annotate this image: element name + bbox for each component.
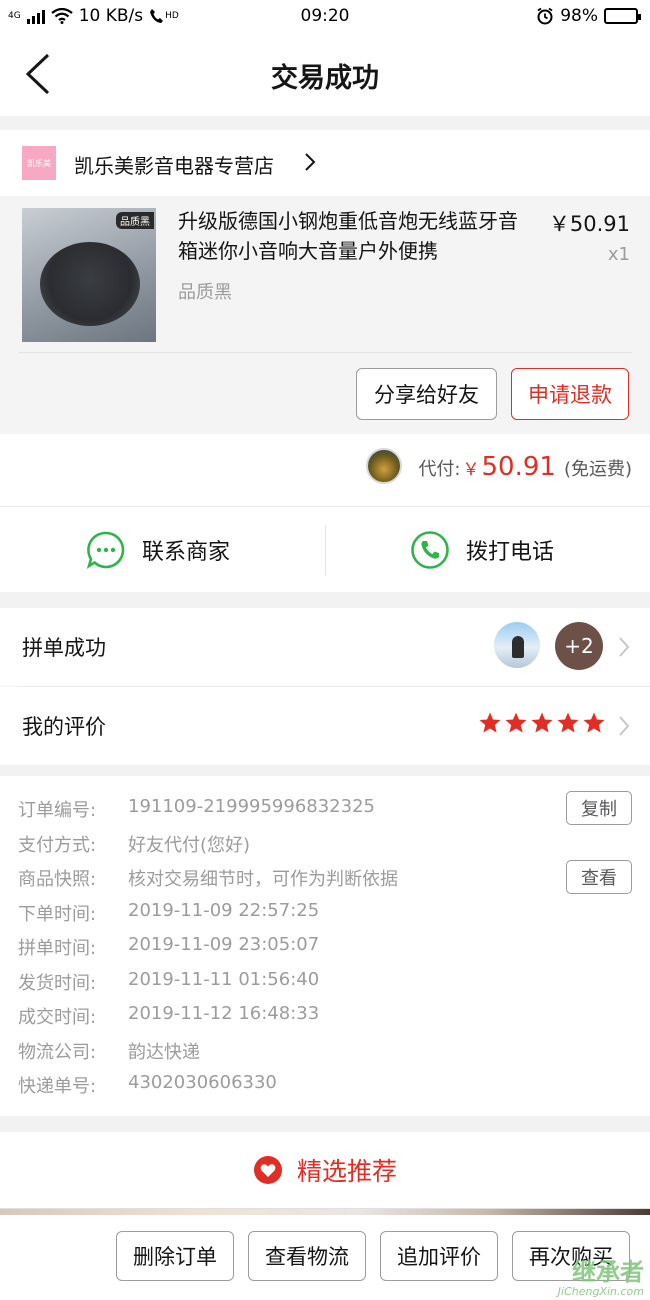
order-info: 订单编号: 191109-219995996832325 复制支付方式: 好友代付(您… xyxy=(0,776,650,1116)
delete-order-button[interactable]: 删除订单 xyxy=(116,1231,234,1281)
order-info-key: 快递单号: xyxy=(18,1076,97,1097)
bottom-action-bar: 删除订单 查看物流 追加评价 再次购买 继承者 JiChengXin.com xyxy=(0,1208,650,1300)
order-info-key: 成交时间: xyxy=(18,1007,97,1028)
recommend-preview-strip xyxy=(0,1209,650,1215)
divider xyxy=(18,352,632,353)
status-right: 98% xyxy=(536,6,641,26)
alarm-icon xyxy=(537,7,553,25)
order-info-value: 2019-11-12 16:48:33 xyxy=(128,1003,320,1024)
order-info-key: 拼单时间: xyxy=(18,938,97,959)
order-info-row: 物流公司: 韵达快递 xyxy=(18,1038,200,1064)
star-icon xyxy=(479,712,501,733)
watermark-en: JiChengXin.com xyxy=(557,1285,644,1298)
store-row[interactable]: 凯乐美 凯乐美影音电器专营店 xyxy=(0,130,650,196)
chevron-right-icon xyxy=(619,637,630,657)
order-info-key: 支付方式: xyxy=(18,835,97,856)
heart-icon xyxy=(253,1156,282,1184)
contact-merchant-label: 联系商家 xyxy=(142,540,231,565)
order-info-row: 下单时间: 2019-11-09 22:57:25 xyxy=(18,900,319,926)
order-info-key: 下单时间: xyxy=(18,904,97,925)
order-info-value: 4302030606330 xyxy=(128,1072,277,1093)
recommend-header: 精选推荐 xyxy=(0,1132,650,1208)
speaker-image xyxy=(40,242,140,326)
my-review-label: 我的评价 xyxy=(22,715,106,739)
order-info-row: 快递单号: 4302030606330 xyxy=(18,1072,277,1098)
thumbnail-tag: 品质黑 xyxy=(116,212,154,229)
store-logo: 凯乐美 xyxy=(22,146,56,180)
battery-percent: 98% xyxy=(560,6,598,26)
share-button[interactable]: 分享给好友 xyxy=(356,368,497,420)
order-info-row: 订单编号: 191109-219995996832325 xyxy=(18,796,375,822)
status-bar: 4G 10 KB/s HD 09:20 98% xyxy=(0,0,650,34)
product-thumbnail[interactable]: 品质黑 xyxy=(22,208,156,342)
currency-symbol: ￥ xyxy=(462,460,480,480)
payment-row: 代付: ￥ 50.91 (免运费) xyxy=(0,434,650,506)
star-icon xyxy=(505,712,527,733)
product-title[interactable]: 升级版德国小钢炮重低音炮无线蓝牙音箱迷你小音响大音量户外便携 xyxy=(178,206,523,266)
order-info-row: 发货时间: 2019-11-11 01:56:40 xyxy=(18,969,319,995)
battery-icon xyxy=(604,8,641,24)
recommend-label: 精选推荐 xyxy=(296,1157,397,1186)
payment-amount: 50.91 xyxy=(481,452,556,482)
payment-summary: 代付: ￥ 50.91 (免运费) xyxy=(418,452,632,482)
group-member-avatar xyxy=(494,622,540,668)
watermark-cn: 继承者 xyxy=(572,1258,644,1286)
chevron-right-icon xyxy=(305,153,316,171)
order-info-row: 拼单时间: 2019-11-09 23:05:07 xyxy=(18,934,319,960)
copy-button[interactable]: 复制 xyxy=(566,791,632,825)
order-info-row: 支付方式: 好友代付(您好) xyxy=(18,831,250,857)
order-info-value: 2019-11-09 22:57:25 xyxy=(128,900,320,921)
product-spec: 品质黑 xyxy=(178,282,232,303)
order-card: 凯乐美 凯乐美影音电器专营店 品质黑 升级版德国小钢炮重低音炮无线蓝牙音箱迷你小… xyxy=(0,130,650,592)
order-info-row: 商品快照: 核对交易细节时，可作为判断依据 xyxy=(18,865,398,891)
star-icon xyxy=(557,712,579,733)
payer-avatar xyxy=(366,448,402,484)
chat-icon xyxy=(86,531,125,569)
watermark: 继承者 JiChengXin.com xyxy=(528,1252,648,1298)
order-info-value: 191109-219995996832325 xyxy=(128,796,375,817)
view-logistics-button[interactable]: 查看物流 xyxy=(248,1231,366,1281)
rating-stars xyxy=(478,711,606,735)
group-success-label: 拼单成功 xyxy=(22,636,106,660)
divider xyxy=(325,525,326,575)
page-header: 交易成功 xyxy=(0,34,650,116)
order-info-value: 韵达快递 xyxy=(128,1042,200,1063)
product-price: ￥50.91 xyxy=(548,212,630,236)
my-review-row[interactable]: 我的评价 xyxy=(0,687,650,765)
order-info-value: 核对交易细节时，可作为判断依据 xyxy=(128,869,398,890)
star-icon xyxy=(583,712,605,733)
group-more-avatar: +2 xyxy=(555,622,603,670)
order-info-key: 发货时间: xyxy=(18,973,97,994)
page-title: 交易成功 xyxy=(271,63,379,94)
store-name[interactable]: 凯乐美影音电器专营店 xyxy=(74,150,274,179)
order-info-key: 物流公司: xyxy=(18,1042,97,1063)
star-icon xyxy=(531,712,553,733)
order-info-value: 2019-11-11 01:56:40 xyxy=(128,969,320,990)
order-info-value: 2019-11-09 23:05:07 xyxy=(128,934,320,955)
payment-label: 代付: xyxy=(418,459,461,480)
shipping-note: (免运费) xyxy=(563,459,632,480)
contact-row: 联系商家 拨打电话 xyxy=(0,506,650,592)
order-info-row: 成交时间: 2019-11-12 16:48:33 xyxy=(18,1003,319,1029)
product-item[interactable]: 品质黑 升级版德国小钢炮重低音炮无线蓝牙音箱迷你小音响大音量户外便携 品质黑 ￥… xyxy=(0,196,650,434)
group-success-row[interactable]: 拼单成功 +2 xyxy=(0,608,650,686)
contact-merchant-button[interactable]: 联系商家 xyxy=(86,507,230,593)
chevron-right-icon xyxy=(619,716,630,736)
refund-button[interactable]: 申请退款 xyxy=(511,368,629,420)
phone-icon xyxy=(411,531,449,569)
product-quantity: x1 xyxy=(607,244,630,265)
order-info-key: 商品快照: xyxy=(18,869,97,890)
call-button[interactable]: 拨打电话 xyxy=(410,507,554,593)
add-review-button[interactable]: 追加评价 xyxy=(380,1231,498,1281)
order-info-value: 好友代付(您好) xyxy=(128,835,251,856)
call-label: 拨打电话 xyxy=(466,540,555,565)
order-info-key: 订单编号: xyxy=(18,800,97,821)
view-snapshot-button[interactable]: 查看 xyxy=(566,860,632,894)
